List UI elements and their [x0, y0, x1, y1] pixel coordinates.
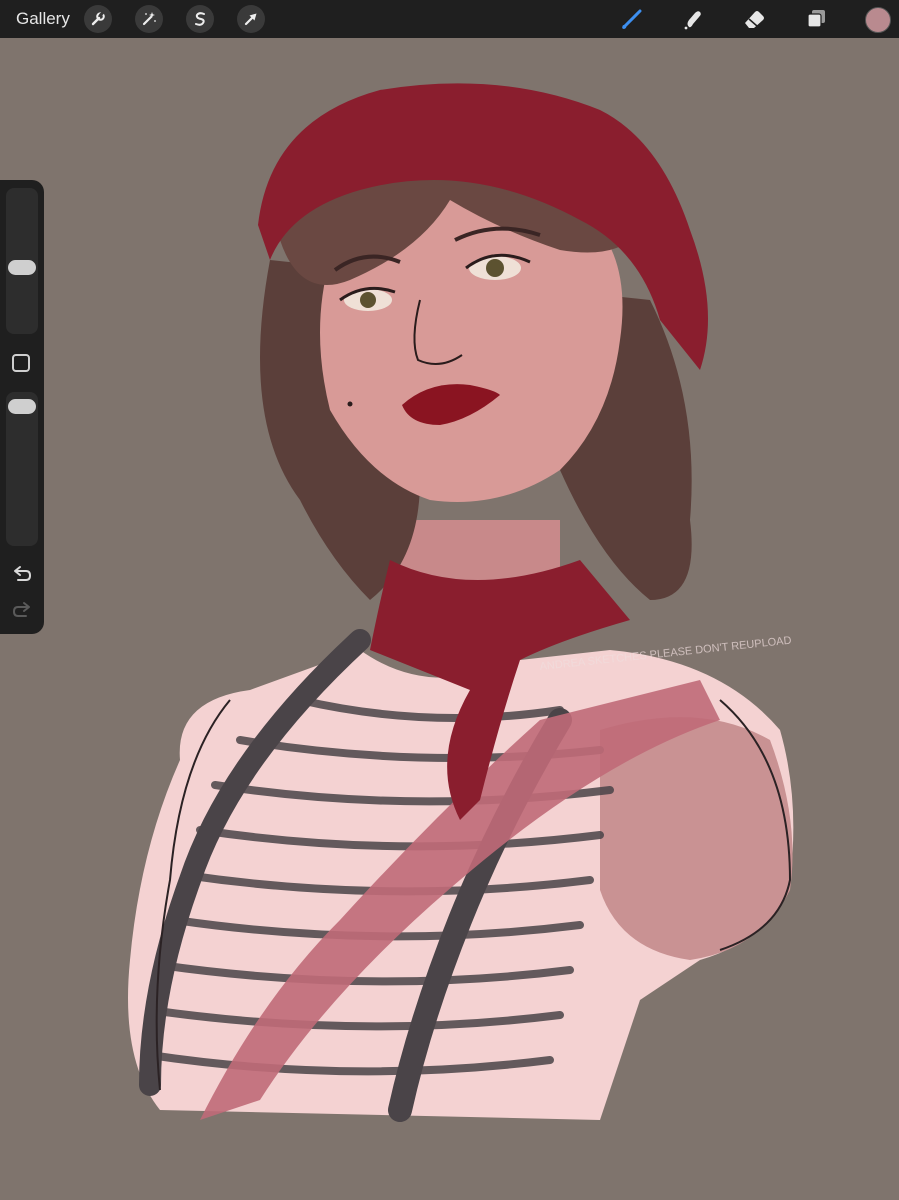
brush-tool-button[interactable]: [617, 5, 647, 33]
top-toolbar: Gallery: [0, 0, 899, 38]
arrow-cursor-icon: [244, 13, 257, 26]
eraser-icon: [745, 11, 764, 28]
smudge-tool-button[interactable]: [678, 5, 708, 33]
adjustments-button[interactable]: [135, 5, 163, 33]
drawing-canvas[interactable]: ANDREA SKETCHES PLEASE DON'T REUPLOAD: [0, 38, 899, 1200]
color-picker-swatch[interactable]: [865, 7, 891, 33]
artwork-figure: [128, 83, 794, 1122]
selection-s-icon: [195, 12, 205, 26]
brush-icon: [622, 9, 642, 29]
selection-button[interactable]: [186, 5, 214, 33]
magic-wand-icon: [142, 12, 156, 26]
gallery-button[interactable]: Gallery: [16, 9, 70, 29]
actions-button[interactable]: [84, 5, 112, 33]
layers-button[interactable]: [801, 5, 831, 33]
transform-button[interactable]: [237, 5, 265, 33]
layers-icon: [807, 10, 825, 28]
wrench-icon: [91, 11, 105, 26]
eraser-tool-button[interactable]: [739, 5, 769, 33]
smudge-icon: [684, 11, 701, 30]
